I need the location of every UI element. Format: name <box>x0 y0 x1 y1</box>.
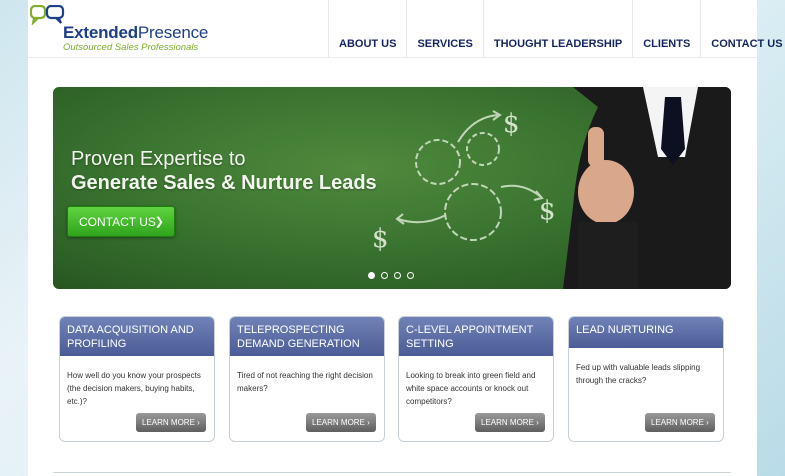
card-title: DATA ACQUISITION AND PROFILING <box>60 317 214 356</box>
card-text: Tired of not reaching the right decision… <box>237 371 373 393</box>
brand-tagline: Outsourced Sales Professionals <box>63 42 199 53</box>
businessman-figure <box>563 87 731 289</box>
learn-more-label: LEARN MORE <box>481 418 534 427</box>
nav-thought-leadership[interactable]: THOUGHT LEADERSHIP <box>482 0 632 58</box>
svg-text:$: $ <box>539 196 556 226</box>
service-card-lead-nurturing: LEAD NURTURING Fed up with valuable lead… <box>568 316 724 442</box>
brand-name-light: Presence <box>137 23 209 42</box>
svg-text:$: $ <box>503 109 520 139</box>
chevron-right-icon: ❯ <box>154 216 164 228</box>
chevron-right-icon: › <box>197 418 200 427</box>
learn-more-button[interactable]: LEARN MORE › <box>475 413 545 432</box>
hero-contact-button[interactable]: CONTACT US ❯ <box>67 206 175 237</box>
card-title: LEAD NURTURING <box>569 317 723 348</box>
card-title: TELEPROSPECTING DEMAND GENERATION <box>230 317 384 356</box>
brand-name-bold: Extended <box>63 23 138 42</box>
speech-bubbles-icon <box>30 5 65 25</box>
slider-dot-2[interactable] <box>381 272 388 279</box>
section-divider <box>53 472 731 473</box>
slider-dot-3[interactable] <box>394 272 401 279</box>
hero-contact-button-label: CONTACT US <box>79 215 156 229</box>
chevron-right-icon: › <box>367 418 370 427</box>
chevron-right-icon: › <box>706 418 709 427</box>
slider-dot-1[interactable] <box>368 272 375 279</box>
hero-headline-line2: Generate Sales & Nurture Leads <box>71 172 377 194</box>
service-card-c-level: C-LEVEL APPOINTMENT SETTING Looking to b… <box>398 316 554 442</box>
nav-about-us[interactable]: ABOUT US <box>328 0 406 58</box>
hero-banner: $ $ $ Proven Expertise to Generate Sales… <box>53 87 731 289</box>
learn-more-button[interactable]: LEARN MORE › <box>306 413 376 432</box>
learn-more-label: LEARN MORE <box>142 418 195 427</box>
hero-headline-line1: Proven Expertise to <box>71 148 246 170</box>
service-card-teleprospecting: TELEPROSPECTING DEMAND GENERATION Tired … <box>229 316 385 442</box>
learn-more-label: LEARN MORE <box>651 418 704 427</box>
logo[interactable]: ExtendedPresence Outsourced Sales Profes… <box>28 3 208 53</box>
nav-services[interactable]: SERVICES <box>406 0 482 58</box>
nav-contact-us[interactable]: CONTACT US <box>700 0 785 58</box>
card-text: How well do you know your prospects (the… <box>67 371 201 406</box>
slider-dots <box>368 272 414 279</box>
card-text: Looking to break into green field and wh… <box>406 371 536 406</box>
learn-more-label: LEARN MORE <box>312 418 365 427</box>
service-card-data-acquisition: DATA ACQUISITION AND PROFILING How well … <box>59 316 215 442</box>
chevron-right-icon: › <box>536 418 539 427</box>
card-text: Fed up with valuable leads slipping thro… <box>576 363 701 385</box>
nav-clients[interactable]: CLIENTS <box>632 0 700 58</box>
learn-more-button[interactable]: LEARN MORE › <box>645 413 715 432</box>
card-title: C-LEVEL APPOINTMENT SETTING <box>399 317 553 356</box>
svg-text:$: $ <box>372 224 389 254</box>
hero-headline: Proven Expertise to Generate Sales & Nur… <box>71 147 377 195</box>
brand-name: ExtendedPresence <box>63 23 208 43</box>
learn-more-button[interactable]: LEARN MORE › <box>136 413 206 432</box>
slider-dot-4[interactable] <box>407 272 414 279</box>
page: ExtendedPresence Outsourced Sales Profes… <box>28 0 783 476</box>
main-nav: ABOUT US SERVICES THOUGHT LEADERSHIP CLI… <box>328 0 785 58</box>
site-header: ExtendedPresence Outsourced Sales Profes… <box>28 0 783 58</box>
